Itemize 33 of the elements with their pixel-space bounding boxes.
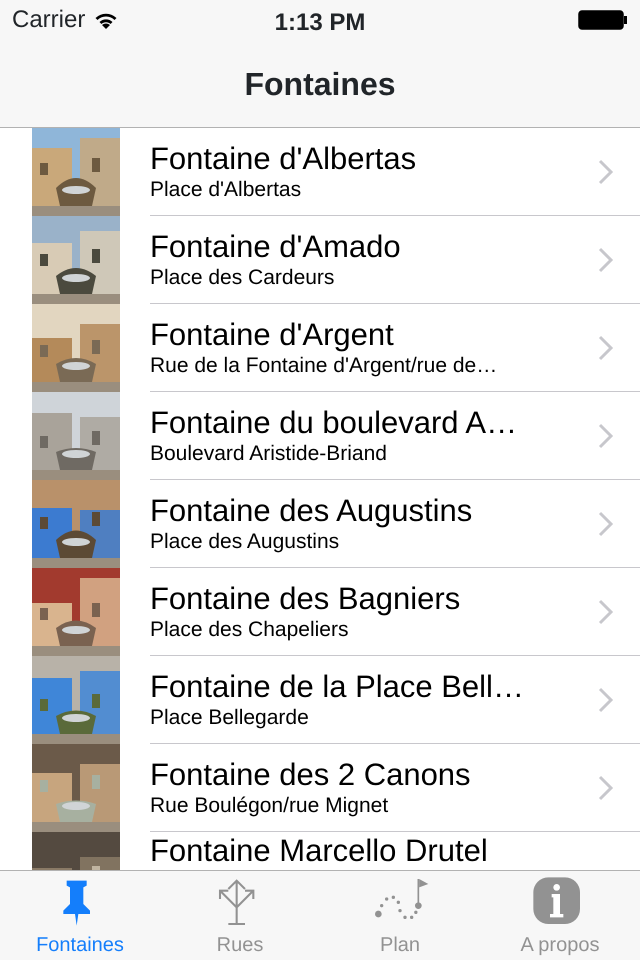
row-title: Fontaine d'Amado xyxy=(150,228,402,264)
row-title: Fontaine des 2 Canons xyxy=(150,756,472,792)
row-title: Fontaine des Augustins xyxy=(150,492,474,528)
tab-item[interactable]: Fontaines xyxy=(0,871,160,960)
chevron-icon xyxy=(598,158,614,184)
status-time: 1:13 PM xyxy=(274,8,366,38)
chevron-icon xyxy=(598,334,614,360)
row-title: Fontaine du boulevard A… xyxy=(150,404,518,440)
chevron-icon xyxy=(598,598,614,624)
row-title: Fontaine des Bagniers xyxy=(150,580,462,616)
tab-item[interactable]: Rues xyxy=(160,871,320,960)
row-subtitle: Rue Boulégon/rue Mignet xyxy=(150,792,390,818)
nav-title: Fontaines xyxy=(244,64,396,104)
tab-item[interactable]: Plan xyxy=(320,871,480,960)
chevron-icon xyxy=(598,686,614,712)
battery-icon xyxy=(578,10,628,30)
chevron-icon xyxy=(598,246,614,272)
row-subtitle: Place des Chapeliers xyxy=(150,616,350,642)
row-title: Fontaine d'Albertas xyxy=(150,140,418,176)
row-title: Fontaine d'Argent xyxy=(150,316,395,352)
row-subtitle: Place Bellegarde xyxy=(150,704,310,730)
row-title: Fontaine de la Place Bell… xyxy=(150,668,525,704)
row-subtitle: Place des Augustins xyxy=(150,528,340,554)
row-title: Fontaine Marcello Drutel xyxy=(150,832,489,868)
chevron-icon xyxy=(598,510,614,536)
row-subtitle: Rue de la Fontaine d'Argent/rue de… xyxy=(150,352,498,378)
chevron-icon xyxy=(598,422,614,448)
row-subtitle: Boulevard Aristide-Briand xyxy=(150,440,388,466)
tab-item[interactable]: A propos xyxy=(480,871,640,960)
row-subtitle: Place d'Albertas xyxy=(150,176,302,202)
row-subtitle: Place des Cardeurs xyxy=(150,264,336,290)
chevron-icon xyxy=(598,774,614,800)
carrier-label: Carrier xyxy=(12,5,86,35)
